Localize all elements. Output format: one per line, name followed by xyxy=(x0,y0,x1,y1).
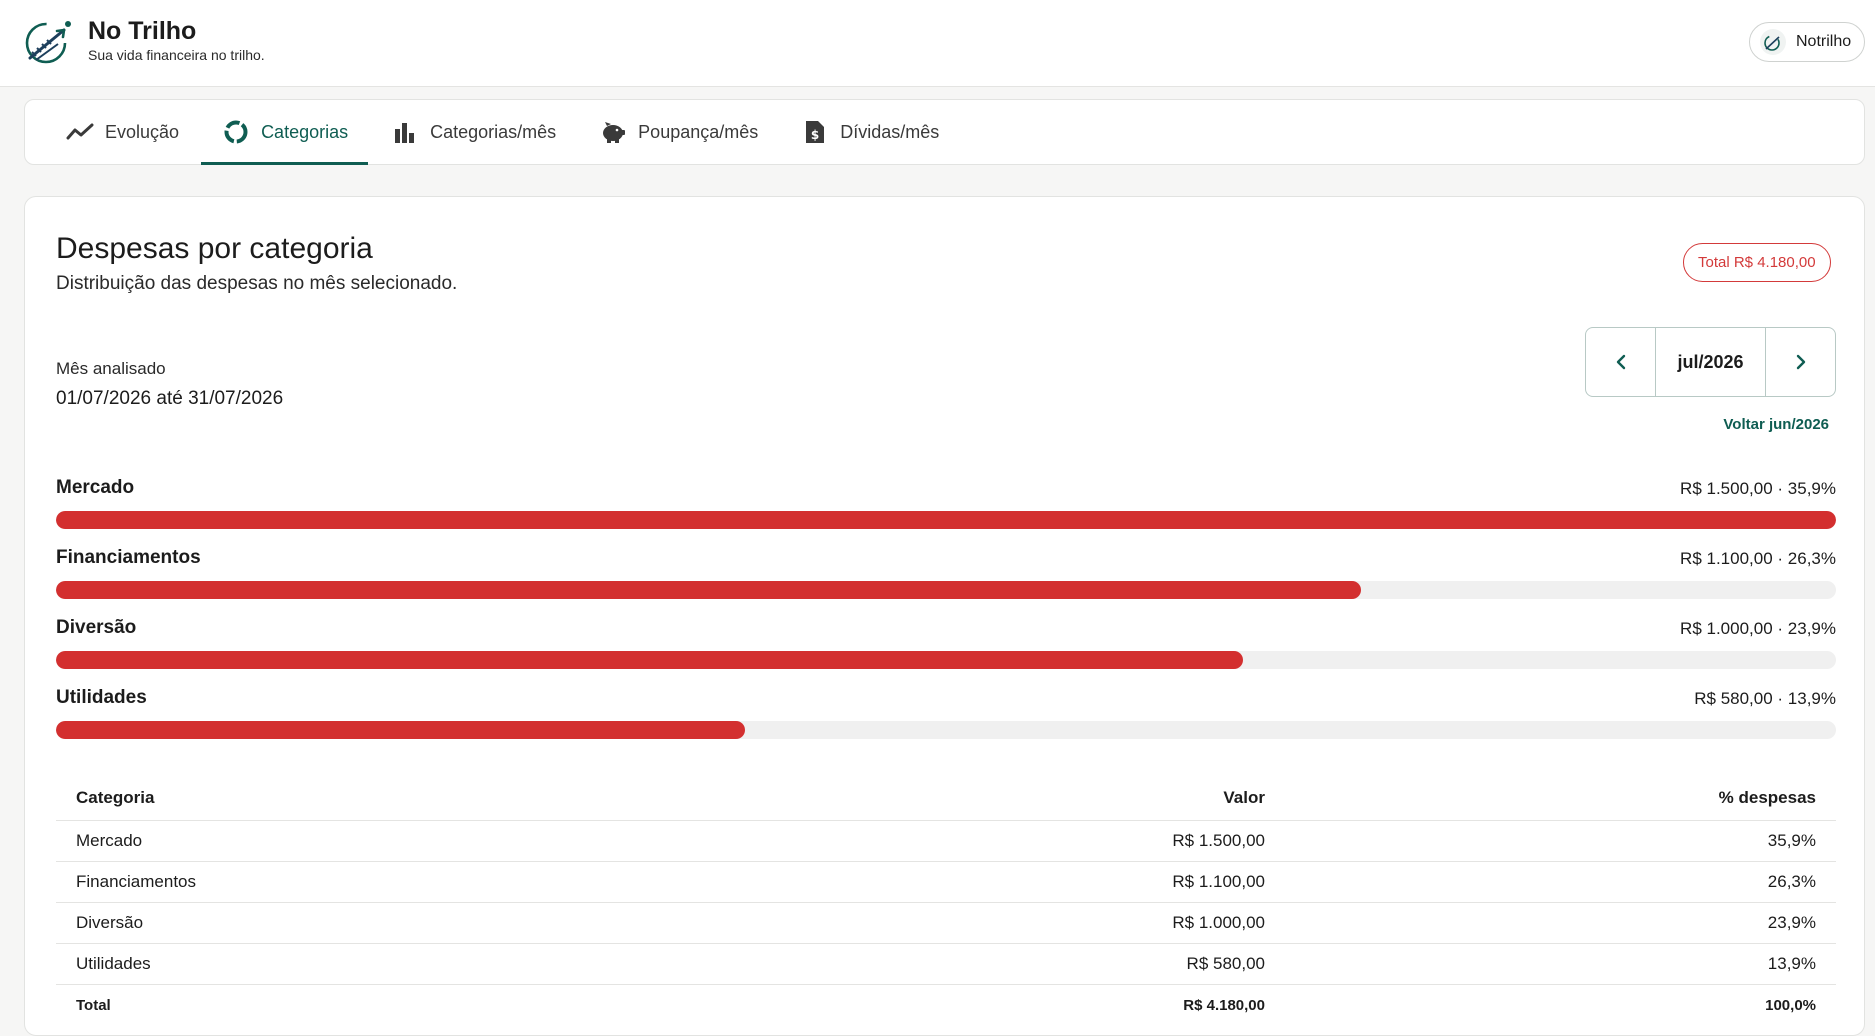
table-row: Financiamentos R$ 1.100,00 26,3% xyxy=(56,862,1836,903)
tab-categorias-mes[interactable]: Categorias/mês xyxy=(370,100,576,164)
table-row: Utilidades R$ 580,00 13,9% xyxy=(56,944,1836,985)
cell-value: R$ 1.100,00 xyxy=(1172,872,1265,891)
tab-poupanca-mes[interactable]: Poupança/mês xyxy=(578,100,778,164)
cell-total-value: R$ 4.180,00 xyxy=(1183,997,1265,1014)
table-total-row: Total R$ 4.180,00 100,0% xyxy=(56,985,1836,1026)
cell-total-label: Total xyxy=(76,997,111,1014)
table-row: Diversão R$ 1.000,00 23,9% xyxy=(56,903,1836,944)
top-bar: No Trilho Sua vida financeira no trilho.… xyxy=(0,0,1875,87)
table-header: Categoria Valor % despesas xyxy=(56,775,1836,821)
page-title: Despesas por categoria xyxy=(56,232,373,265)
cell-value: R$ 580,00 xyxy=(1186,954,1265,973)
category-bar-row: Mercado R$ 1.500,00 · 35,9% xyxy=(56,477,1836,547)
category-name: Utilidades xyxy=(56,687,147,708)
chevron-left-icon xyxy=(1616,354,1625,370)
cell-category: Financiamentos xyxy=(76,872,197,891)
category-name: Diversão xyxy=(56,617,137,638)
category-bar-row: Financiamentos R$ 1.100,00 · 26,3% xyxy=(56,547,1836,617)
donut-chart-icon xyxy=(221,118,251,146)
column-header-percent[interactable]: % despesas xyxy=(1265,788,1816,808)
category-name: Financiamentos xyxy=(56,547,201,568)
category-table: Categoria Valor % despesas Mercado R$ 1.… xyxy=(56,775,1836,1026)
bar-track xyxy=(56,721,1836,739)
category-bar-row: Diversão R$ 1.000,00 · 23,9% xyxy=(56,617,1836,687)
tab-label: Categorias/mês xyxy=(430,121,557,142)
user-avatar xyxy=(1760,29,1786,55)
current-month: jul/2026 xyxy=(1655,328,1766,396)
tab-label: Poupança/mês xyxy=(638,121,759,142)
app-name: No Trilho xyxy=(88,17,197,45)
cell-percent: 13,9% xyxy=(1767,954,1816,973)
bar-fill xyxy=(56,581,1361,599)
category-value: R$ 580,00 · 13,9% xyxy=(1694,689,1836,708)
category-value: R$ 1.500,00 · 35,9% xyxy=(1680,479,1836,498)
trend-line-icon xyxy=(65,118,95,146)
column-header-categoria[interactable]: Categoria xyxy=(56,788,696,808)
chevron-right-icon xyxy=(1796,354,1805,370)
cell-value: R$ 1.500,00 xyxy=(1172,831,1265,850)
tab-categorias[interactable]: Categorias xyxy=(201,100,369,165)
bar-track xyxy=(56,581,1836,599)
bar-chart-icon xyxy=(390,118,420,146)
bar-fill xyxy=(56,651,1244,669)
total-badge: Total R$ 4.180,00 xyxy=(1683,243,1831,282)
category-bars: Mercado R$ 1.500,00 · 35,9% Financiament… xyxy=(56,477,1836,757)
cell-percent: 35,9% xyxy=(1767,831,1816,850)
tab-evolucao[interactable]: Evolução xyxy=(45,100,199,164)
cell-percent: 23,9% xyxy=(1767,913,1816,932)
invoice-icon: $ xyxy=(800,118,830,146)
category-value: R$ 1.000,00 · 23,9% xyxy=(1680,619,1836,638)
back-to-previous-month-link[interactable]: Voltar jun/2026 xyxy=(1723,416,1829,433)
bar-track xyxy=(56,651,1836,669)
bar-fill xyxy=(56,511,1836,529)
user-menu-button[interactable]: Notrilho xyxy=(1749,22,1865,62)
page-subtitle: Distribuição das despesas no mês selecio… xyxy=(56,273,458,294)
logo-icon xyxy=(25,21,71,64)
report-tabs: Evolução Categorias Categorias/mês Poupa… xyxy=(24,99,1865,165)
month-selector: jul/2026 xyxy=(1585,327,1836,397)
brand[interactable]: No Trilho Sua vida financeira no trilho. xyxy=(24,16,265,66)
tab-label: Dívidas/mês xyxy=(840,121,940,142)
period-label: Mês analisado xyxy=(56,359,166,378)
cell-category: Utilidades xyxy=(76,954,151,973)
svg-text:$: $ xyxy=(811,128,819,142)
category-name: Mercado xyxy=(56,477,135,498)
previous-month-button[interactable] xyxy=(1586,328,1655,396)
bar-fill xyxy=(56,721,745,739)
tab-label: Evolução xyxy=(105,121,180,142)
table-row: Mercado R$ 1.500,00 35,9% xyxy=(56,821,1836,862)
bar-track xyxy=(56,511,1836,529)
next-month-button[interactable] xyxy=(1766,328,1835,396)
tab-dividas-mes[interactable]: $ Dívidas/mês xyxy=(780,100,959,164)
app-tagline: Sua vida financeira no trilho. xyxy=(88,47,265,63)
logo-icon xyxy=(1764,35,1780,51)
cell-percent: 26,3% xyxy=(1767,872,1816,891)
tab-label: Categorias xyxy=(261,121,349,142)
cell-total-percent: 100,0% xyxy=(1765,997,1816,1014)
user-name: Notrilho xyxy=(1796,33,1852,50)
category-value: R$ 1.100,00 · 26,3% xyxy=(1680,549,1836,568)
period-range: 01/07/2026 até 31/07/2026 xyxy=(56,388,284,409)
cell-value: R$ 1.000,00 xyxy=(1172,913,1265,932)
cell-category: Diversão xyxy=(76,913,144,932)
category-bar-row: Utilidades R$ 580,00 · 13,9% xyxy=(56,687,1836,757)
column-header-valor[interactable]: Valor xyxy=(696,788,1265,808)
expenses-card: Despesas por categoria Distribuição das … xyxy=(24,196,1865,1036)
cell-category: Mercado xyxy=(76,831,143,850)
piggy-bank-icon xyxy=(598,118,628,146)
